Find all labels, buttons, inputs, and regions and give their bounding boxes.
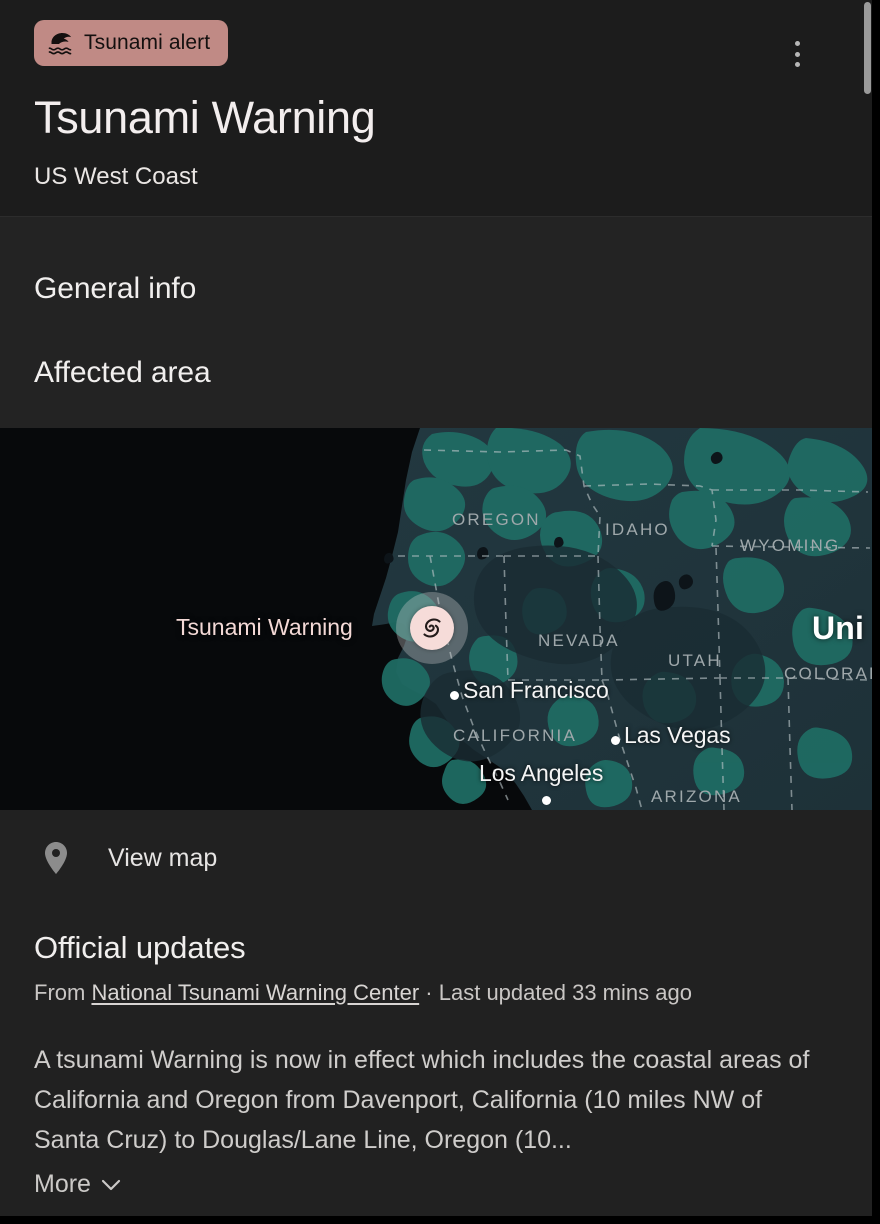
section-list: General info Affected area: [0, 216, 872, 428]
location-pin-icon: [0, 841, 70, 875]
official-updates-title: Official updates: [34, 930, 246, 965]
page-title: Tsunami Warning: [34, 92, 376, 143]
window-right-edge: [872, 0, 880, 1224]
alert-header: Tsunami alert Tsunami Warning US West Co…: [0, 0, 872, 216]
scrollbar-thumb[interactable]: [864, 2, 871, 94]
chevron-down-icon: [101, 1179, 121, 1191]
affected-area-map[interactable]: Tsunami Warning OREGON IDAHO WYOMING NEV…: [0, 428, 872, 810]
city-dot: [450, 691, 459, 700]
scrollbar-track[interactable]: [864, 0, 872, 1216]
official-updates-section: Official updates From National Tsunami W…: [0, 906, 872, 1216]
more-button[interactable]: More: [34, 1170, 838, 1199]
more-options-icon[interactable]: [786, 38, 808, 70]
official-updates-body: A tsunami Warning is now in effect which…: [34, 1046, 810, 1154]
map-warning-caption: Tsunami Warning: [176, 614, 353, 640]
status-badge-label: Tsunami alert: [84, 31, 211, 54]
more-label: More: [34, 1170, 91, 1198]
page-subtitle: US West Coast: [34, 163, 198, 190]
official-updates-meta: From National Tsunami Warning Center · L…: [34, 978, 838, 1008]
window-bottom-edge: [0, 1216, 880, 1224]
meta-separator: ·: [425, 980, 433, 1005]
view-map-label: View map: [108, 843, 218, 872]
city-dot: [542, 796, 551, 805]
section-affected-area[interactable]: Affected area: [34, 354, 211, 392]
alert-detail-screen: Tsunami alert Tsunami Warning US West Co…: [0, 0, 880, 1224]
warning-marker-icon[interactable]: [410, 606, 454, 650]
last-updated: Last updated 33 mins ago: [438, 980, 692, 1005]
view-map-button[interactable]: View map: [0, 810, 872, 906]
status-badge: Tsunami alert: [34, 20, 229, 66]
city-dot: [611, 736, 620, 745]
source-link[interactable]: National Tsunami Warning Center: [91, 980, 419, 1005]
scroll-container[interactable]: Tsunami alert Tsunami Warning US West Co…: [0, 0, 872, 1216]
section-general-info[interactable]: General info: [34, 270, 196, 308]
from-prefix: From: [34, 980, 86, 1005]
tsunami-icon: [48, 31, 74, 55]
